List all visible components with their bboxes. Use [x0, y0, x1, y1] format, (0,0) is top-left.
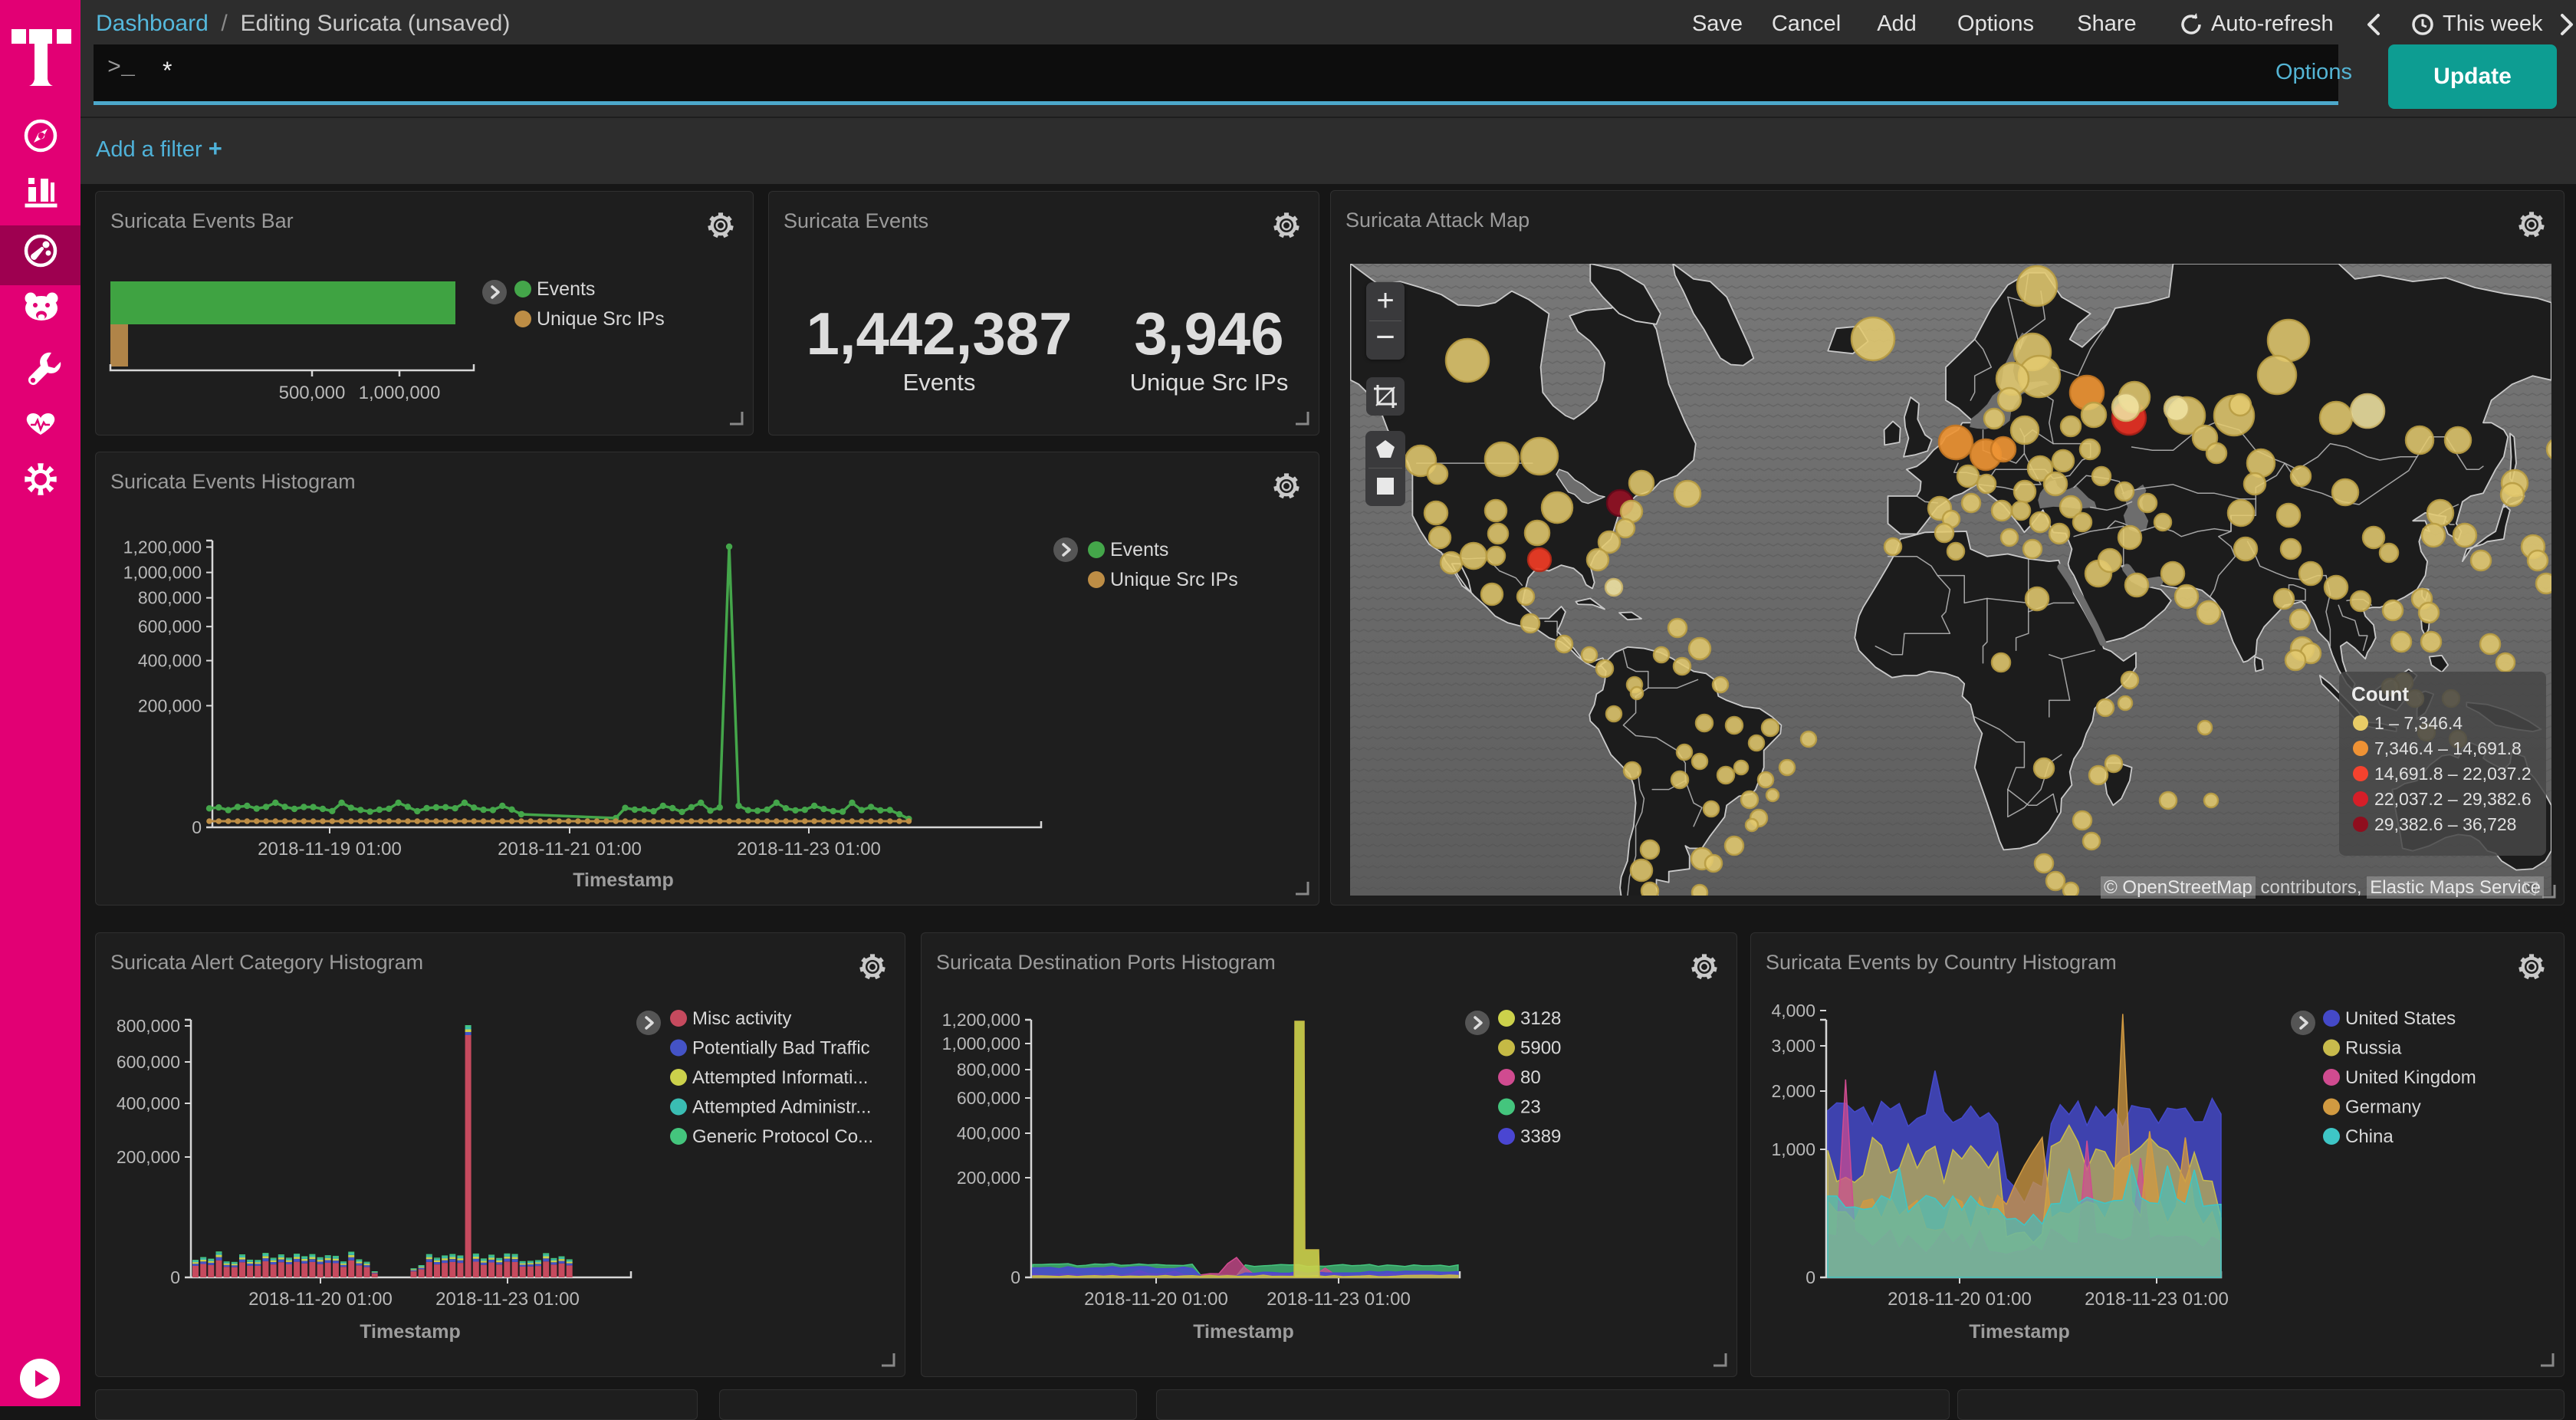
- svg-text:1,200,000: 1,200,000: [942, 1010, 1020, 1030]
- svg-text:Attempted Informati...: Attempted Informati...: [692, 1067, 868, 1088]
- svg-text:2018-11-23 01:00: 2018-11-23 01:00: [737, 839, 881, 860]
- svg-text:200,000: 200,000: [117, 1147, 180, 1167]
- svg-text:80: 80: [1520, 1067, 1541, 1088]
- svg-text:China: China: [2345, 1126, 2394, 1147]
- svg-text:Timestamp: Timestamp: [1969, 1321, 2070, 1343]
- svg-text:200,000: 200,000: [957, 1168, 1020, 1188]
- svg-text:2018-11-23 01:00: 2018-11-23 01:00: [2085, 1289, 2229, 1310]
- svg-text:800,000: 800,000: [138, 588, 202, 608]
- svg-text:7,346.4 – 14,691.8: 7,346.4 – 14,691.8: [2374, 738, 2522, 758]
- svg-text:Unique Src IPs: Unique Src IPs: [1110, 569, 1238, 590]
- svg-text:600,000: 600,000: [957, 1088, 1020, 1108]
- svg-text:400,000: 400,000: [957, 1123, 1020, 1143]
- svg-text:0: 0: [1010, 1267, 1020, 1287]
- svg-text:2018-11-23 01:00: 2018-11-23 01:00: [435, 1289, 580, 1310]
- svg-text:Germany: Germany: [2345, 1097, 2421, 1118]
- svg-text:Timestamp: Timestamp: [360, 1321, 461, 1343]
- svg-text:4,000: 4,000: [1771, 1001, 1815, 1021]
- svg-text:200,000: 200,000: [138, 695, 202, 715]
- svg-text:United Kingdom: United Kingdom: [2345, 1067, 2476, 1088]
- svg-text:1,000,000: 1,000,000: [123, 563, 202, 583]
- svg-text:Generic Protocol Co...: Generic Protocol Co...: [692, 1126, 873, 1147]
- svg-text:2018-11-20 01:00: 2018-11-20 01:00: [1888, 1289, 2032, 1310]
- svg-text:5900: 5900: [1520, 1038, 1561, 1059]
- svg-text:3128: 3128: [1520, 1008, 1561, 1029]
- svg-text:2018-11-20 01:00: 2018-11-20 01:00: [1084, 1289, 1228, 1310]
- svg-text:400,000: 400,000: [117, 1093, 180, 1113]
- svg-text:Events: Events: [1110, 539, 1168, 560]
- svg-text:3,000: 3,000: [1771, 1036, 1815, 1056]
- svg-text:1,000,000: 1,000,000: [942, 1034, 1020, 1053]
- svg-text:2018-11-19 01:00: 2018-11-19 01:00: [258, 839, 402, 860]
- svg-text:1,000: 1,000: [1771, 1139, 1815, 1159]
- svg-text:14,691.8 – 22,037.2: 14,691.8 – 22,037.2: [2374, 764, 2532, 784]
- svg-text:29,382.6 – 36,728: 29,382.6 – 36,728: [2374, 814, 2516, 834]
- svg-text:500,000: 500,000: [279, 383, 346, 403]
- svg-text:0: 0: [192, 817, 202, 837]
- svg-text:600,000: 600,000: [138, 616, 202, 636]
- svg-text:Attempted Administr...: Attempted Administr...: [692, 1097, 871, 1118]
- svg-text:400,000: 400,000: [138, 651, 202, 671]
- svg-text:1,200,000: 1,200,000: [123, 537, 202, 557]
- svg-text:1 – 7,346.4: 1 – 7,346.4: [2374, 713, 2463, 733]
- svg-text:0: 0: [1806, 1267, 1815, 1287]
- svg-text:22,037.2 – 29,382.6: 22,037.2 – 29,382.6: [2374, 789, 2532, 809]
- svg-text:2018-11-21 01:00: 2018-11-21 01:00: [498, 839, 642, 860]
- svg-text:600,000: 600,000: [117, 1052, 180, 1072]
- svg-text:Misc activity: Misc activity: [692, 1008, 791, 1029]
- svg-text:Timestamp: Timestamp: [573, 869, 674, 891]
- svg-text:3389: 3389: [1520, 1126, 1561, 1147]
- svg-text:2,000: 2,000: [1771, 1081, 1815, 1101]
- svg-text:2018-11-20 01:00: 2018-11-20 01:00: [248, 1289, 393, 1310]
- svg-text:800,000: 800,000: [957, 1060, 1020, 1080]
- svg-text:Potentially Bad Traffic: Potentially Bad Traffic: [692, 1038, 870, 1059]
- svg-text:United States: United States: [2345, 1008, 2456, 1029]
- svg-text:Unique Src IPs: Unique Src IPs: [537, 308, 665, 330]
- svg-text:Timestamp: Timestamp: [1193, 1321, 1294, 1343]
- svg-text:2018-11-23 01:00: 2018-11-23 01:00: [1267, 1289, 1411, 1310]
- svg-text:800,000: 800,000: [117, 1016, 180, 1036]
- svg-text:23: 23: [1520, 1097, 1541, 1118]
- svg-text:1,000,000: 1,000,000: [359, 383, 441, 403]
- svg-text:Russia: Russia: [2345, 1038, 2402, 1059]
- svg-text:0: 0: [170, 1267, 180, 1287]
- svg-text:Events: Events: [537, 278, 595, 300]
